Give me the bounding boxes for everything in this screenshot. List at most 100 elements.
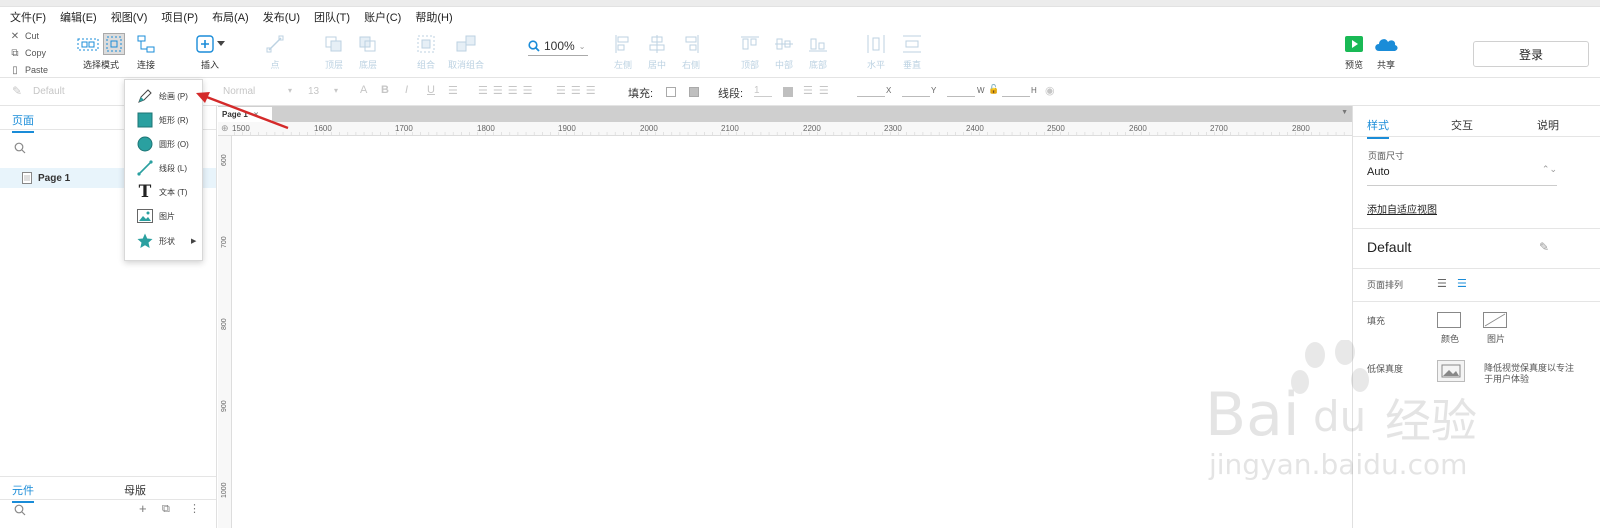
valign-icons[interactable]: ☰☰☰ (556, 84, 601, 97)
menu-bar: 文件(F) 编辑(E) 视图(V) 项目(P) 布局(A) 发布(U) 团队(T… (0, 7, 1600, 26)
connect-button[interactable]: 连接 (120, 32, 172, 76)
point-button[interactable]: 点 (249, 32, 301, 76)
cut-button[interactable]: ✕ Cut (10, 28, 70, 44)
ruler-label: 2100 (721, 124, 739, 133)
menu-team[interactable]: 团队(T) (314, 9, 350, 25)
share-button[interactable]: 共享 (1360, 32, 1412, 76)
insert-button[interactable]: 插入 (184, 32, 236, 76)
align-left-icon[interactable]: ☰ (1437, 277, 1447, 290)
italic-icon[interactable]: I (405, 84, 408, 96)
zoom-select[interactable]: 100% ⌄ (528, 39, 588, 56)
zoom-value: 100% (544, 39, 575, 53)
line-color-swatch[interactable] (783, 87, 793, 97)
menu-item-line[interactable]: 线段 (L) (137, 158, 187, 178)
width-input[interactable] (947, 96, 975, 97)
bullet-list-icon[interactable]: ☰ (448, 84, 458, 97)
style-select[interactable]: Default (33, 86, 65, 97)
align-right-button[interactable]: 右侧 (665, 32, 717, 76)
x-input[interactable] (857, 96, 885, 97)
tab-masters[interactable]: 母版 (124, 482, 146, 498)
align-bottom-button[interactable]: 底部 (792, 32, 844, 76)
annotation-arrow (196, 92, 289, 130)
menu-file[interactable]: 文件(F) (10, 9, 46, 25)
add-adaptive-view-link[interactable]: 添加自适应视图 (1367, 201, 1437, 216)
search-icon (528, 40, 540, 52)
menu-item-draw[interactable]: 绘画 (P) (137, 86, 188, 106)
y-input[interactable] (902, 96, 930, 97)
font-color-icon[interactable]: A (360, 84, 367, 96)
menu-view[interactable]: 视图(V) (111, 9, 148, 25)
tab-interaction[interactable]: 交互 (1451, 117, 1473, 133)
layer-bottom-icon (359, 36, 376, 52)
ruler-label: 600 (221, 154, 228, 166)
line-style-icons[interactable]: ☰☰ (803, 84, 835, 97)
ruler-label: 2200 (803, 124, 821, 133)
lock-icon[interactable]: 🔓 (988, 84, 999, 95)
menu-edit[interactable]: 编辑(E) (60, 9, 97, 25)
w-label: W (977, 86, 985, 95)
menu-account[interactable]: 账户(C) (364, 9, 401, 25)
shadow-swatch[interactable] (689, 87, 699, 97)
menu-help[interactable]: 帮助(H) (415, 9, 452, 25)
design-canvas[interactable] (232, 136, 1352, 528)
divider (1353, 301, 1600, 302)
style-edit-icon[interactable]: ✎ (1539, 240, 1549, 254)
add-icon[interactable]: + (139, 501, 147, 516)
scissors-icon: ✕ (10, 30, 20, 42)
bold-icon[interactable]: B (381, 84, 389, 96)
menu-item-shape[interactable]: 形状 ▶ (137, 231, 196, 251)
menu-item-image[interactable]: 图片 (137, 206, 175, 226)
ruler-label: 800 (221, 318, 228, 330)
library-icon[interactable]: ⧉ (162, 503, 170, 516)
baidu-watermark: Bai du 经验 jingyan.baidu.com (1195, 339, 1495, 481)
fill-color-button[interactable] (1437, 312, 1461, 328)
copy-button[interactable]: ⧉ Copy (10, 45, 70, 61)
line-width-input[interactable]: 1 (754, 85, 772, 97)
copy-icon: ⧉ (11, 47, 19, 59)
tab-notes[interactable]: 说明 (1537, 117, 1559, 133)
paste-icon: ▯ (12, 64, 18, 76)
ruler-label: 2300 (884, 124, 902, 133)
align-center-icon[interactable]: ☰ (1457, 277, 1467, 290)
cloud-icon (1375, 39, 1398, 51)
search-icon (14, 504, 26, 516)
ruler-label: 2700 (1210, 124, 1228, 133)
vertical-ruler: 600 700 800 900 1000 (218, 136, 232, 528)
page-size-select[interactable]: Auto ⌃⌄ (1367, 164, 1557, 186)
ungroup-icon (456, 35, 476, 52)
font-size-select[interactable]: 13 (308, 86, 319, 97)
fill-color-swatch[interactable] (666, 87, 676, 97)
align-left-icon (615, 35, 629, 53)
library-tabs: 元件 母版 (0, 476, 216, 503)
distribute-vertical-button[interactable]: 垂直 (886, 32, 938, 76)
tab-menu-chevron-icon[interactable]: ▼ (1341, 109, 1348, 116)
text-align-icons[interactable]: ☰☰☰☰ (478, 84, 537, 97)
page-size-label: 页面尺寸 (1368, 151, 1405, 161)
page-search[interactable] (14, 142, 26, 157)
login-button[interactable]: 登录 (1473, 41, 1589, 67)
paste-button[interactable]: ▯ Paste (10, 62, 70, 78)
fill-image-button[interactable] (1483, 312, 1507, 328)
ruler-label: 1800 (477, 124, 495, 133)
menu-publish[interactable]: 发布(U) (263, 9, 300, 25)
send-to-bottom-button[interactable]: 底层 (342, 32, 394, 76)
tab-pages[interactable]: 页面 (12, 112, 34, 133)
menu-item-rectangle[interactable]: 矩形 (R) (137, 110, 188, 130)
ruler-label: 2800 (1292, 124, 1310, 133)
menu-item-text[interactable]: T 文本 (T) (137, 182, 188, 202)
pen-icon (137, 88, 153, 104)
widget-search[interactable] (14, 504, 26, 519)
tab-widgets[interactable]: 元件 (12, 482, 34, 503)
more-icon[interactable]: ⋮ (189, 502, 200, 515)
menu-item-circle[interactable]: 圆形 (O) (137, 134, 189, 154)
underline-icon[interactable]: U (427, 84, 435, 96)
page-tab-bar: Page 1 × ▼ (218, 106, 1352, 122)
ungroup-button[interactable]: 取消组合 (440, 32, 492, 76)
menu-project[interactable]: 项目(P) (161, 9, 198, 25)
menu-layout[interactable]: 布局(A) (212, 9, 249, 25)
height-input[interactable] (1002, 96, 1030, 97)
distribute-vertical-icon (903, 35, 921, 53)
align-top-icon (741, 36, 759, 50)
eye-icon[interactable]: ◉ (1045, 84, 1055, 97)
ruler-label: 1900 (558, 124, 576, 133)
